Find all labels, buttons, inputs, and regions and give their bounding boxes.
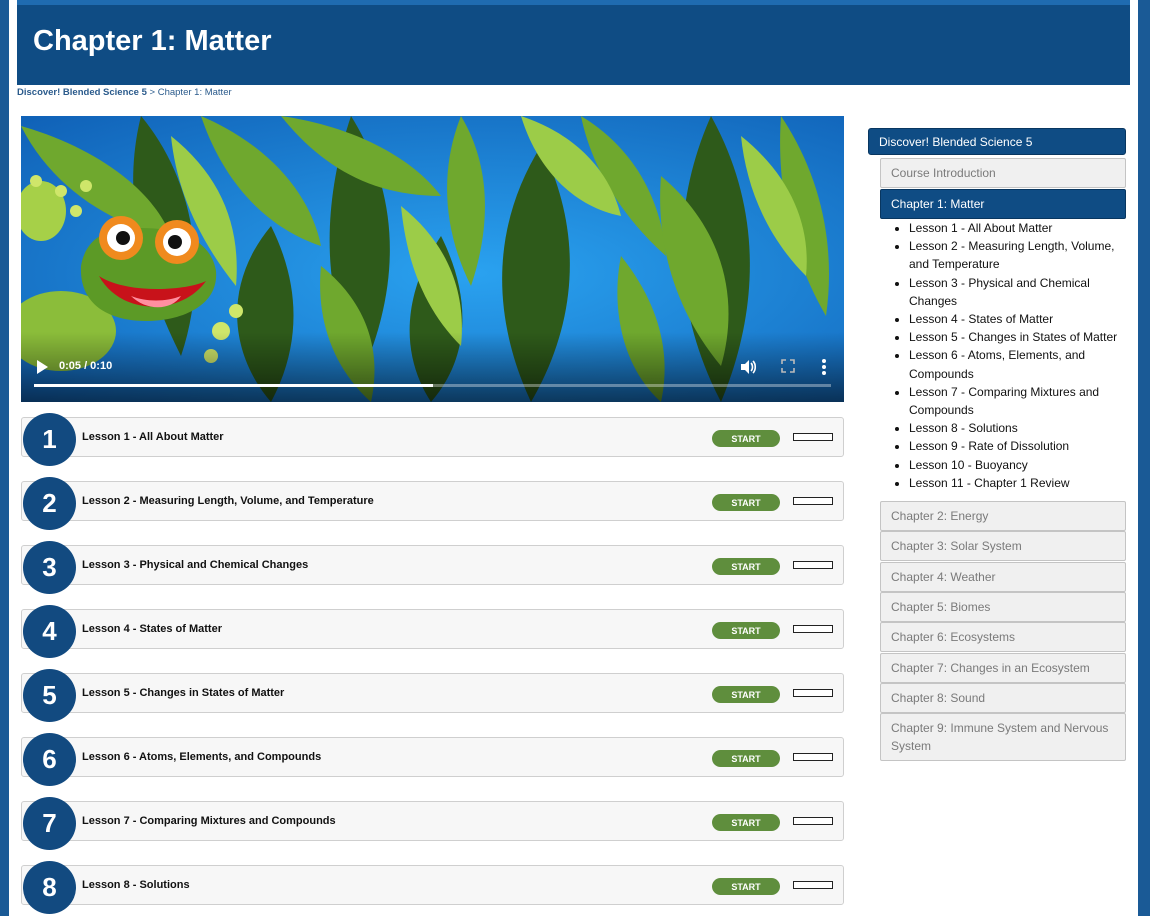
page: Chapter 1: Matter Discover! Blended Scie…: [9, 0, 1138, 916]
start-button[interactable]: START: [712, 814, 780, 831]
lesson-title: Lesson 5 - Changes in States of Matter: [82, 687, 285, 699]
sidebar-lesson-link[interactable]: Lesson 7 - Comparing Mixtures and Compou…: [909, 385, 1099, 417]
video-controls: 0:05 / 0:10: [21, 332, 844, 402]
start-button[interactable]: START: [712, 430, 780, 447]
breadcrumb: Discover! Blended Science 5 > Chapter 1:…: [17, 87, 232, 98]
lesson-number: 4: [23, 605, 76, 658]
sidebar-item-chapter-9[interactable]: Chapter 9: Immune System and Nervous Sys…: [880, 713, 1126, 761]
sidebar-item-chapter-6[interactable]: Chapter 6: Ecosystems: [880, 622, 1126, 652]
breadcrumb-course-link[interactable]: Discover! Blended Science 5: [17, 87, 147, 98]
sidebar-item-chapter-5[interactable]: Chapter 5: Biomes: [880, 592, 1126, 622]
lesson-progress-bar: [793, 689, 833, 697]
lesson-progress-bar: [793, 881, 833, 889]
sidebar-lesson-item: Lesson 5 - Changes in States of Matter: [909, 328, 1130, 346]
fullscreen-icon[interactable]: [781, 359, 795, 373]
lesson-row: 7 Lesson 7 - Comparing Mixtures and Comp…: [21, 797, 844, 850]
lesson-row: 3 Lesson 3 - Physical and Chemical Chang…: [21, 541, 844, 594]
sidebar-lesson-link[interactable]: Lesson 11 - Chapter 1 Review: [909, 476, 1070, 490]
lesson-number: 6: [23, 733, 76, 786]
sidebar-lesson-item: Lesson 6 - Atoms, Elements, and Compound…: [909, 346, 1130, 382]
sidebar-item-chapter-4[interactable]: Chapter 4: Weather: [880, 562, 1126, 592]
start-button[interactable]: START: [712, 622, 780, 639]
sidebar-item-chapter-1[interactable]: Chapter 1: Matter: [880, 189, 1126, 219]
lesson-row: 6 Lesson 6 - Atoms, Elements, and Compou…: [21, 733, 844, 786]
lesson-row: 8 Lesson 8 - Solutions START: [21, 861, 844, 914]
breadcrumb-current: Chapter 1: Matter: [157, 87, 232, 98]
sidebar-lesson-link[interactable]: Lesson 1 - All About Matter: [909, 221, 1052, 235]
sidebar-item-chapter-7[interactable]: Chapter 7: Changes in an Ecosystem: [880, 653, 1126, 683]
sidebar-lesson-link[interactable]: Lesson 9 - Rate of Dissolution: [909, 439, 1069, 453]
breadcrumb-separator: >: [146, 87, 158, 98]
start-button[interactable]: START: [712, 750, 780, 767]
start-button[interactable]: START: [712, 878, 780, 895]
sidebar-lesson-item: Lesson 3 - Physical and Chemical Changes: [909, 274, 1130, 310]
lesson-progress-bar: [793, 625, 833, 633]
start-button[interactable]: START: [712, 494, 780, 511]
more-vertical-icon[interactable]: [819, 357, 829, 377]
lesson-progress-bar: [793, 753, 833, 761]
sidebar-lesson-link[interactable]: Lesson 4 - States of Matter: [909, 312, 1053, 326]
sidebar-lesson-item: Lesson 9 - Rate of Dissolution: [909, 437, 1130, 455]
lesson-title: Lesson 6 - Atoms, Elements, and Compound…: [82, 751, 322, 763]
lesson-title: Lesson 8 - Solutions: [82, 879, 190, 891]
lesson-title: Lesson 7 - Comparing Mixtures and Compou…: [82, 815, 336, 827]
sidebar-lesson-link[interactable]: Lesson 2 - Measuring Length, Volume, and…: [909, 239, 1114, 271]
sidebar-lesson-item: Lesson 10 - Buoyancy: [909, 456, 1130, 474]
lesson-number: 2: [23, 477, 76, 530]
sidebar-lesson-item: Lesson 11 - Chapter 1 Review: [909, 474, 1130, 492]
lesson-progress-bar: [793, 433, 833, 441]
lesson-title: Lesson 1 - All About Matter: [82, 431, 224, 443]
lesson-number: 3: [23, 541, 76, 594]
lesson-number: 7: [23, 797, 76, 850]
sidebar-lesson-link[interactable]: Lesson 3 - Physical and Chemical Changes: [909, 276, 1090, 308]
sidebar-lesson-item: Lesson 7 - Comparing Mixtures and Compou…: [909, 383, 1130, 419]
video-player[interactable]: 0:05 / 0:10: [21, 116, 844, 402]
play-icon[interactable]: [35, 359, 49, 375]
sidebar-lesson-list: Lesson 1 - All About Matter Lesson 2 - M…: [900, 219, 1130, 492]
sidebar-item-chapter-3[interactable]: Chapter 3: Solar System: [880, 531, 1126, 561]
page-header: Chapter 1: Matter: [17, 0, 1130, 85]
lesson-progress-bar: [793, 561, 833, 569]
sidebar-lesson-link[interactable]: Lesson 10 - Buoyancy: [909, 458, 1028, 472]
video-progress-bar[interactable]: [34, 384, 831, 387]
sidebar-item-chapter-2[interactable]: Chapter 2: Energy: [880, 501, 1126, 531]
lesson-row: 4 Lesson 4 - States of Matter START: [21, 605, 844, 658]
lesson-row: 2 Lesson 2 - Measuring Length, Volume, a…: [21, 477, 844, 530]
lesson-number: 1: [23, 413, 76, 466]
lesson-title: Lesson 3 - Physical and Chemical Changes: [82, 559, 309, 571]
sidebar-lesson-item: Lesson 2 - Measuring Length, Volume, and…: [909, 237, 1130, 273]
sidebar-lesson-item: Lesson 8 - Solutions: [909, 419, 1130, 437]
sidebar-lesson-link[interactable]: Lesson 5 - Changes in States of Matter: [909, 330, 1117, 344]
lesson-progress-bar: [793, 817, 833, 825]
sidebar-lesson-item: Lesson 4 - States of Matter: [909, 310, 1130, 328]
video-time: 0:05 / 0:10: [59, 360, 113, 372]
lesson-number: 5: [23, 669, 76, 722]
sidebar-course-link[interactable]: Discover! Blended Science 5: [868, 128, 1126, 155]
lesson-row: 5 Lesson 5 - Changes in States of Matter…: [21, 669, 844, 722]
volume-icon[interactable]: [739, 358, 757, 376]
sidebar-item-chapter-8[interactable]: Chapter 8: Sound: [880, 683, 1126, 713]
start-button[interactable]: START: [712, 558, 780, 575]
sidebar-lesson-item: Lesson 1 - All About Matter: [909, 219, 1130, 237]
lesson-title: Lesson 2 - Measuring Length, Volume, and…: [82, 495, 374, 507]
start-button[interactable]: START: [712, 686, 780, 703]
sidebar-item-course-introduction[interactable]: Course Introduction: [880, 158, 1126, 188]
sidebar-lesson-link[interactable]: Lesson 8 - Solutions: [909, 421, 1018, 435]
lesson-progress-bar: [793, 497, 833, 505]
lesson-row: 1 Lesson 1 - All About Matter START: [21, 413, 844, 466]
sidebar-lesson-link[interactable]: Lesson 6 - Atoms, Elements, and Compound…: [909, 348, 1085, 380]
lesson-title: Lesson 4 - States of Matter: [82, 623, 222, 635]
video-progress-fill: [34, 384, 433, 387]
lesson-number: 8: [23, 861, 76, 914]
page-title: Chapter 1: Matter: [33, 25, 272, 57]
